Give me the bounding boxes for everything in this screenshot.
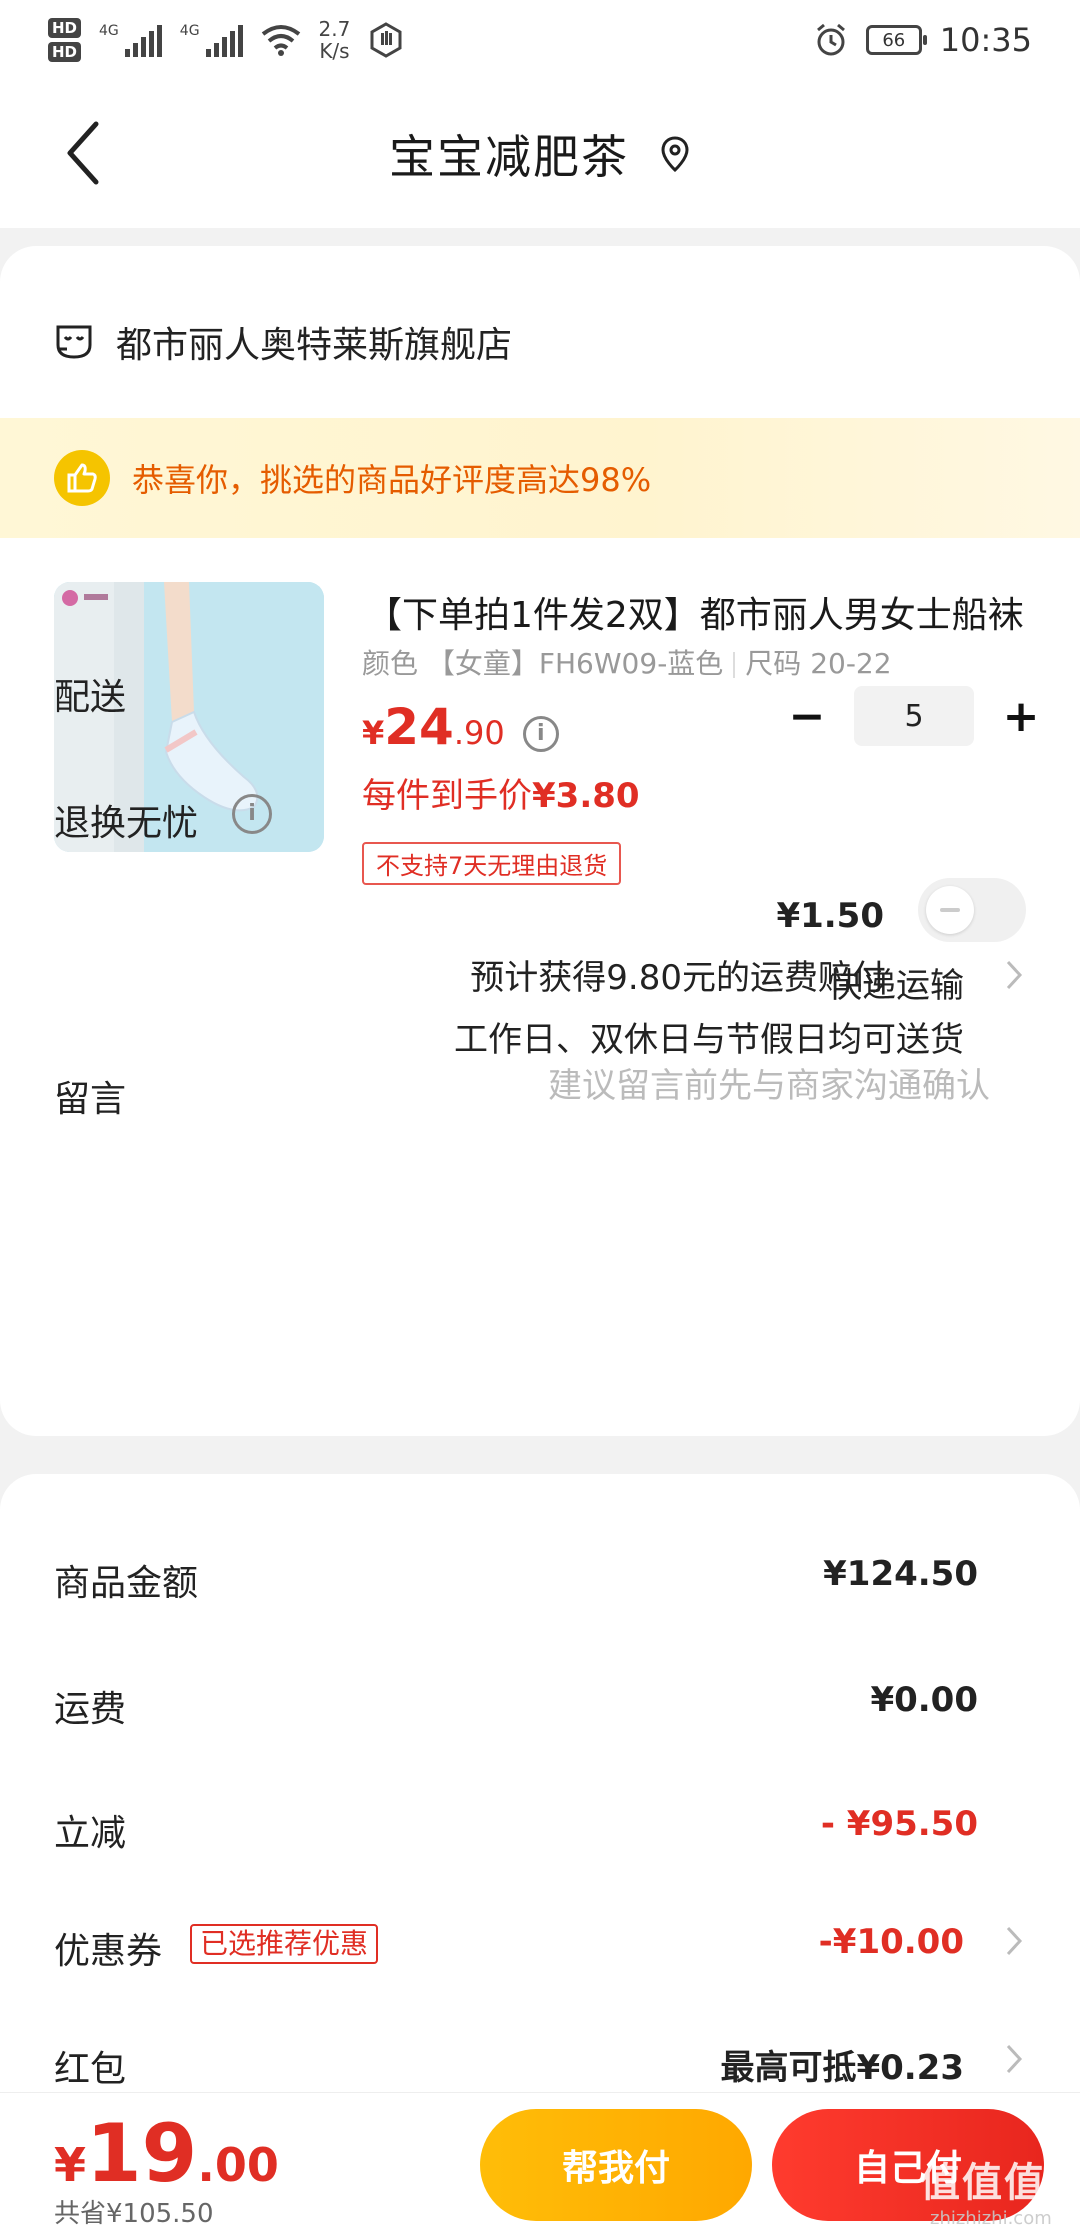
message-input[interactable] bbox=[420, 1066, 990, 1106]
price-decimal: .90 bbox=[453, 714, 505, 752]
shop-row[interactable]: 都市丽人奥特莱斯旗舰店 bbox=[54, 316, 512, 368]
hd-badges: HD HD bbox=[48, 18, 82, 62]
hd-badge-1: HD bbox=[48, 18, 82, 38]
insurance-note: 预计获得9.80元的运费赔付 bbox=[470, 958, 886, 998]
discount-value: - ¥95.50 bbox=[820, 1804, 978, 1844]
hand-shield-icon bbox=[370, 22, 402, 58]
toggle-knob bbox=[926, 886, 974, 934]
goods-amount-label: 商品金额 bbox=[54, 1563, 199, 1604]
signal-icon bbox=[124, 23, 162, 57]
insurance-toggle[interactable] bbox=[918, 878, 1026, 942]
insurance-price: ¥1.50 bbox=[776, 896, 884, 936]
per-piece-value: ¥3.80 bbox=[532, 776, 640, 816]
nav-bar: 宝宝减肥茶 bbox=[0, 80, 1080, 228]
network-label-1: 4G bbox=[99, 23, 119, 39]
status-bar: HD HD 4G 4G 2.7 K/s 66 10:35 bbox=[0, 0, 1080, 80]
delivery-note: 工作日、双休日与节假日均可送货 bbox=[454, 1020, 964, 1060]
coupon-tag: 已选推荐优惠 bbox=[190, 1924, 379, 1964]
total-decimal: .00 bbox=[197, 2138, 279, 2192]
help-pay-button[interactable]: 帮我付 bbox=[480, 2109, 752, 2221]
network-speed: 2.7 K/s bbox=[319, 18, 351, 62]
network-label-2: 4G bbox=[179, 23, 200, 39]
increase-button[interactable]: + bbox=[996, 691, 1046, 742]
clock: 10:35 bbox=[939, 21, 1032, 59]
price-integer: 24 bbox=[384, 698, 454, 756]
spec-divider bbox=[733, 652, 736, 678]
hd-badge-2: HD bbox=[48, 42, 82, 62]
message-label: 留言 bbox=[54, 1079, 127, 1120]
watermark: 值值值 bbox=[920, 2160, 1046, 2206]
unit-price: ¥ 24 .90 i bbox=[362, 698, 559, 756]
spec-size: 尺码 20-22 bbox=[745, 647, 892, 680]
shop-name: 都市丽人奥特莱斯旗舰店 bbox=[116, 325, 513, 366]
per-piece-price: 每件到手价¥3.80 bbox=[362, 768, 640, 817]
speed-value: 2.7 bbox=[318, 17, 351, 41]
shipping-value: ¥0.00 bbox=[870, 1680, 978, 1720]
price-currency: ¥ bbox=[362, 714, 385, 752]
goods-amount-value: ¥124.50 bbox=[823, 1554, 978, 1594]
decrease-button[interactable]: − bbox=[782, 691, 832, 742]
coupon-chevron-icon[interactable] bbox=[1004, 1924, 1024, 1958]
watermark-url: zhizhizhi.com bbox=[930, 2208, 1052, 2229]
shop-icon bbox=[56, 325, 92, 359]
order-card: 都市丽人奥特莱斯旗舰店 恭喜你，挑选的商品好评度高达98% 【下单拍1件发2双】… bbox=[0, 246, 1080, 1436]
redpacket-label: 红包 bbox=[54, 2049, 127, 2090]
no-return-badge: 不支持7天无理由退货 bbox=[362, 842, 622, 885]
praise-text: 恭喜你，挑选的商品好评度高达98% bbox=[132, 461, 652, 499]
wifi-icon bbox=[261, 25, 300, 56]
total-currency: ¥ bbox=[54, 2138, 87, 2192]
quantity-input[interactable]: 5 bbox=[854, 686, 974, 746]
coupon-label: 优惠券 bbox=[54, 1931, 163, 1972]
product-spec[interactable]: 颜色 【女童】FH6W09-蓝色 尺码 20-22 bbox=[362, 642, 892, 682]
product-title: 【下单拍1件发2双】都市丽人男女士船袜 bbox=[366, 595, 1024, 636]
back-icon[interactable] bbox=[58, 118, 118, 188]
praise-banner: 恭喜你，挑选的商品好评度高达98% bbox=[0, 418, 1080, 538]
battery-icon: 66 bbox=[865, 25, 927, 55]
saved-amount: 共省¥105.50 bbox=[54, 2199, 214, 2229]
price-info-icon[interactable]: i bbox=[522, 716, 559, 752]
signal-icon-2 bbox=[205, 23, 243, 57]
insurance-label: 退换无忧 bbox=[54, 803, 199, 844]
redpacket-value[interactable]: 最高可抵¥0.23 bbox=[720, 2040, 964, 2089]
insurance-info-icon[interactable]: i bbox=[232, 794, 272, 834]
coupon-value[interactable]: -¥10.00 bbox=[819, 1922, 964, 1962]
speed-unit: K/s bbox=[319, 39, 350, 63]
location-pin-icon[interactable] bbox=[659, 135, 691, 173]
delivery-chevron-icon[interactable] bbox=[1004, 958, 1024, 992]
total-price: ¥ 19 .00 bbox=[54, 2107, 279, 2200]
thumbs-up-icon bbox=[54, 450, 110, 506]
redpacket-chevron-icon[interactable] bbox=[1004, 2042, 1024, 2076]
alarm-icon bbox=[816, 23, 845, 56]
shipping-label: 运费 bbox=[54, 1689, 127, 1730]
per-piece-label: 每件到手价 bbox=[362, 776, 532, 816]
discount-label: 立减 bbox=[54, 1813, 127, 1854]
total-integer: 19 bbox=[86, 2107, 198, 2200]
spec-color: 颜色 【女童】FH6W09-蓝色 bbox=[362, 647, 724, 680]
checkout-bar: ¥ 19 .00 共省¥105.50 帮我付 自己付 bbox=[0, 2092, 1080, 2240]
delivery-label: 配送 bbox=[54, 677, 127, 718]
quantity-stepper: − 5 + bbox=[782, 686, 1046, 746]
page-title: 宝宝减肥茶 bbox=[389, 130, 629, 184]
